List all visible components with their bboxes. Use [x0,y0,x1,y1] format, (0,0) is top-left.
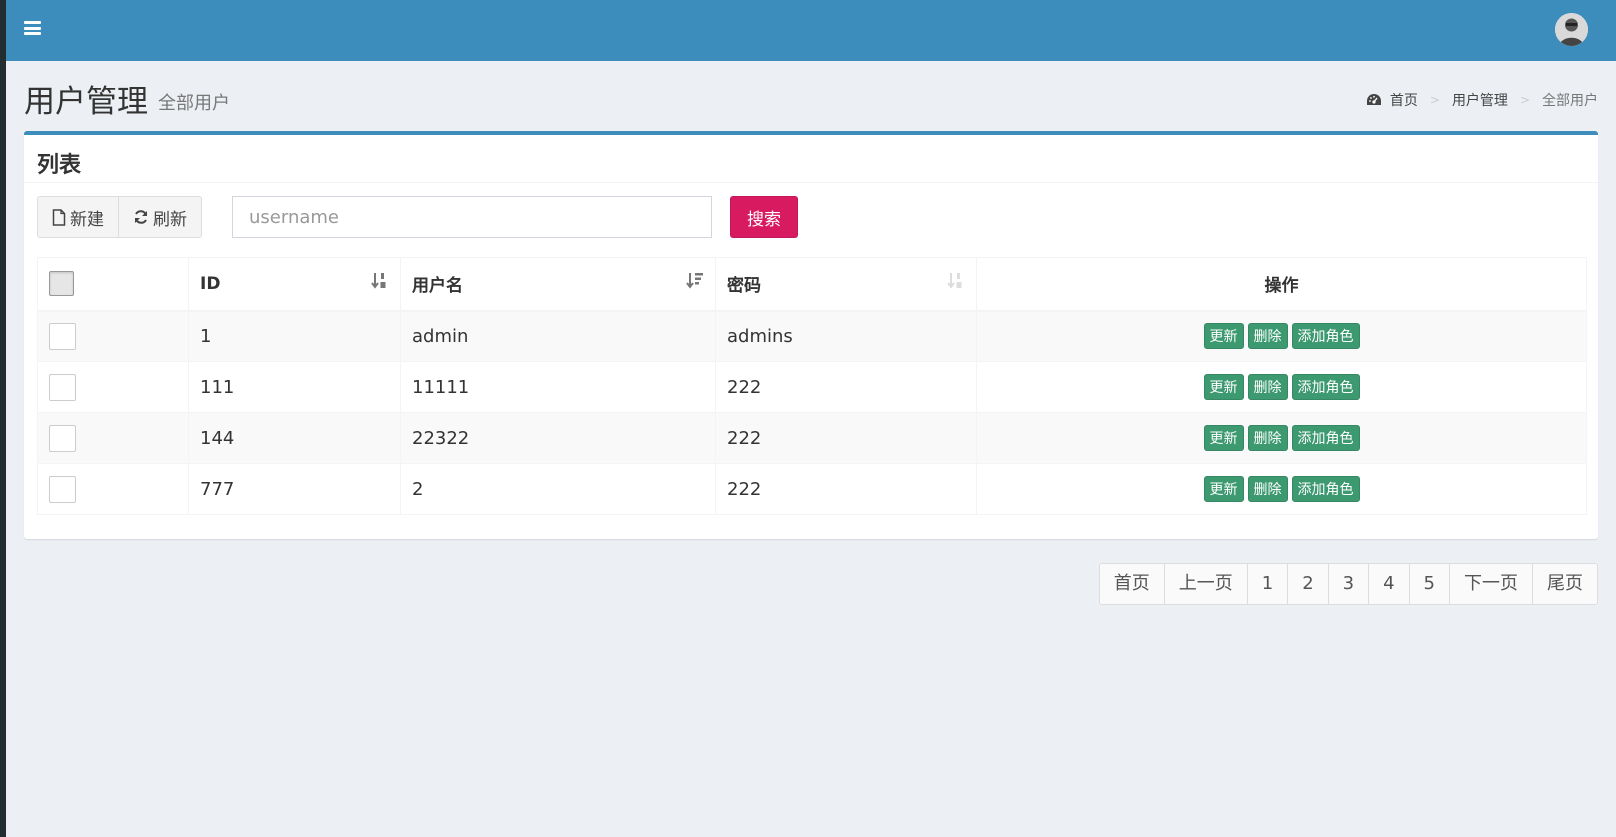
column-label-id: ID [200,273,221,294]
new-button-label: 新建 [70,209,104,230]
list-box: 列表 新建 刷新 搜索 [24,131,1598,539]
users-table: ID 用户名 密码 操作 1 admin admins 更新 删除 添加角色 1… [37,257,1587,515]
row-select-cell [37,310,189,362]
table-row: 1 admin admins 更新 删除 添加角色 [37,310,1587,362]
sort-icon[interactable] [947,271,965,291]
cell-password: admins [715,310,977,362]
cell-username: 11111 [400,361,716,413]
breadcrumb-user-management[interactable]: 用户管理 [1452,90,1508,110]
box-divider [24,182,1598,183]
toolbar-button-group: 新建 刷新 [37,196,202,238]
row-action-delete-button[interactable]: 删除 [1247,425,1288,451]
user-avatar[interactable] [1555,13,1588,46]
row-checkbox[interactable] [49,322,76,350]
column-header-password[interactable]: 密码 [715,257,977,312]
breadcrumb-separator: > [1519,93,1530,107]
column-header-username[interactable]: 用户名 [400,257,716,312]
column-label-username: 用户名 [412,276,463,297]
row-checkbox[interactable] [49,373,76,401]
content-header: 用户管理 全部用户 首页 > 用户管理 > 全部用户 [24,76,1598,120]
cell-actions: 更新 删除 添加角色 [976,463,1587,515]
column-label-password: 密码 [727,276,761,297]
row-action-add-role-button[interactable]: 添加角色 [1291,374,1360,400]
table-row: 777 2 222 更新 删除 添加角色 [37,463,1587,515]
pagination-first[interactable]: 首页 [1098,563,1165,605]
row-action-add-role-button[interactable]: 添加角色 [1291,476,1360,502]
row-action-update-button[interactable]: 更新 [1203,476,1244,502]
row-action-add-role-button[interactable]: 添加角色 [1291,323,1360,350]
page-title: 用户管理 [24,84,148,120]
cell-username: 22322 [400,412,716,464]
cell-actions: 更新 删除 添加角色 [976,310,1587,362]
cell-id: 144 [188,412,401,464]
file-icon [52,208,66,226]
refresh-button-label: 刷新 [153,209,187,230]
breadcrumb-separator: > [1429,93,1440,107]
select-all-checkbox[interactable] [49,271,74,297]
box-title: 列表 [37,153,82,178]
table-row: 111 11111 222 更新 删除 添加角色 [37,361,1587,413]
new-button[interactable]: 新建 [37,196,119,238]
row-action-add-role-button[interactable]: 添加角色 [1291,425,1360,451]
pagination-page-4[interactable]: 4 [1368,563,1410,605]
pagination-page-5[interactable]: 5 [1408,563,1450,605]
cell-id: 1 [188,310,401,362]
row-checkbox[interactable] [49,475,76,503]
cell-id: 111 [188,361,401,413]
column-label-actions: 操作 [1264,276,1299,297]
row-select-cell [37,361,189,413]
row-select-cell [37,463,189,515]
sort-amount-icon[interactable] [686,271,704,291]
hamburger-icon[interactable] [24,21,41,35]
cell-username: admin [400,310,716,362]
breadcrumb-all-users: 全部用户 [1542,93,1598,109]
breadcrumb: 首页 > 用户管理 > 全部用户 [1366,90,1598,110]
pagination-next[interactable]: 下一页 [1449,563,1533,605]
row-action-delete-button[interactable]: 删除 [1247,476,1288,502]
sort-numeric-asc-icon[interactable] [371,271,389,291]
row-select-cell [37,412,189,464]
cell-username: 2 [400,463,716,515]
row-action-update-button[interactable]: 更新 [1203,425,1244,451]
refresh-button[interactable]: 刷新 [119,196,202,238]
row-action-update-button[interactable]: 更新 [1203,323,1244,350]
pagination-page-3[interactable]: 3 [1327,563,1370,605]
sidebar-strip [0,0,6,837]
pagination: 首页 上一页 1 2 3 4 5 下一页 尾页 [1098,563,1598,605]
cell-password: 222 [715,361,977,413]
username-search-input[interactable] [232,196,712,238]
cell-id: 777 [188,463,401,515]
select-all-header [37,257,189,312]
search-button[interactable]: 搜索 [730,196,798,238]
pagination-last[interactable]: 尾页 [1532,563,1598,605]
row-action-delete-button[interactable]: 删除 [1247,323,1288,350]
cell-password: 222 [715,412,977,464]
row-action-update-button[interactable]: 更新 [1203,374,1244,400]
refresh-icon [135,210,147,224]
breadcrumb-home[interactable]: 首页 [1390,90,1418,110]
top-navbar [6,0,1616,61]
column-header-id[interactable]: ID [188,257,401,312]
pagination-prev[interactable]: 上一页 [1163,563,1248,605]
table-row: 144 22322 222 更新 删除 添加角色 [37,412,1587,464]
row-checkbox[interactable] [49,424,76,452]
pagination-page-2[interactable]: 2 [1287,563,1329,605]
row-action-delete-button[interactable]: 删除 [1247,374,1288,400]
cell-password: 222 [715,463,977,515]
table-header-row: ID 用户名 密码 操作 [37,257,1587,312]
pagination-page-1[interactable]: 1 [1246,563,1289,605]
cell-actions: 更新 删除 添加角色 [976,361,1587,413]
column-header-actions: 操作 [976,257,1587,312]
cell-actions: 更新 删除 添加角色 [976,412,1587,464]
dashboard-icon [1366,94,1381,105]
page-subtitle: 全部用户 [158,93,230,114]
